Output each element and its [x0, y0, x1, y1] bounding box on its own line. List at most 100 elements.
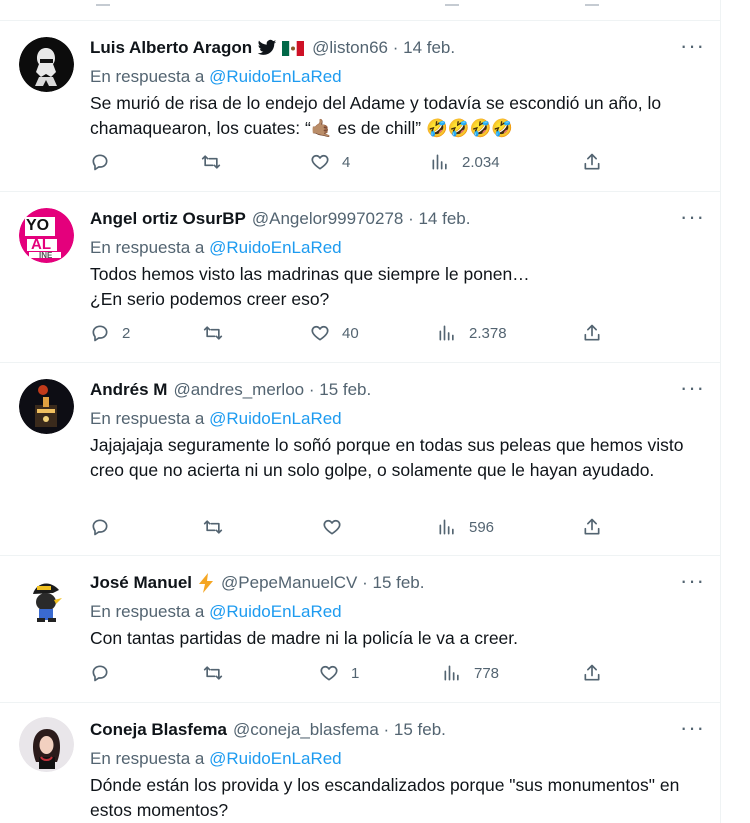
tweet-date[interactable]: 14 feb.	[418, 208, 470, 230]
tweet-text: Todos hemos visto las madrinas que siemp…	[90, 264, 530, 309]
reply-icon	[90, 663, 110, 683]
reply-to-link[interactable]: @RuidoEnLaRed	[209, 749, 342, 768]
timeline-border	[720, 0, 721, 823]
more-options-button[interactable]: ···	[680, 568, 705, 594]
avatar[interactable]	[19, 37, 74, 92]
views-icon	[442, 663, 462, 683]
share-button[interactable]	[582, 663, 602, 683]
reply-context: En respuesta a @RuidoEnLaRed	[90, 66, 342, 88]
like-button[interactable]: 1	[319, 663, 359, 683]
retweet-icon	[200, 152, 222, 172]
avatar[interactable]	[19, 379, 74, 434]
lightning-icon	[197, 573, 215, 593]
reply-to-link[interactable]: @RuidoEnLaRed	[209, 238, 342, 257]
mexico-flag-icon	[282, 40, 305, 56]
retweet-button[interactable]	[202, 517, 236, 537]
more-options-button[interactable]: ···	[680, 204, 705, 230]
avatar-text: YO	[26, 217, 50, 234]
views-icon	[437, 323, 457, 343]
reply-button[interactable]	[90, 517, 122, 537]
tweet-text: Se murió de risa de lo endejo del Adame …	[90, 93, 662, 138]
author-name[interactable]: Luis Alberto Aragon	[90, 37, 252, 59]
reply-button[interactable]: 2	[90, 323, 130, 343]
reply-context: En respuesta a @RuidoEnLaRed	[90, 237, 342, 259]
reply-icon	[90, 323, 110, 343]
retweet-button[interactable]	[202, 663, 236, 683]
reply-prefix: En respuesta a	[90, 67, 210, 86]
avatar[interactable]: YO AL INE	[19, 208, 74, 263]
avatar[interactable]	[19, 572, 74, 627]
more-options-button[interactable]: ···	[680, 33, 705, 59]
like-count: 1	[351, 664, 360, 682]
separator-dot: ·	[357, 573, 373, 592]
action-bar: 596	[90, 517, 610, 543]
tweet-date[interactable]: 14 feb.	[403, 37, 455, 59]
reply-icon	[90, 152, 110, 172]
views-icon	[445, 0, 459, 6]
retweet-icon	[202, 663, 224, 683]
like-button[interactable]	[322, 517, 354, 537]
action-bar: 2 40 2.378	[90, 323, 610, 349]
author-name[interactable]: José Manuel	[90, 572, 192, 594]
reply-context: En respuesta a @RuidoEnLaRed	[90, 748, 342, 770]
author-name[interactable]: Andrés M	[90, 379, 167, 401]
reply-context: En respuesta a @RuidoEnLaRed	[90, 408, 342, 430]
author-handle[interactable]: @andres_merloo	[173, 379, 304, 401]
share-button[interactable]	[582, 323, 602, 343]
share-icon	[582, 663, 602, 683]
views-button[interactable]: 2.378	[437, 323, 507, 343]
author-handle[interactable]: @liston66	[312, 37, 388, 59]
like-count: 40	[342, 324, 359, 342]
retweet-button[interactable]	[200, 152, 234, 172]
avatar-text: INE	[39, 251, 53, 260]
reply-to-link[interactable]: @RuidoEnLaRed	[209, 67, 342, 86]
author-name[interactable]: Coneja Blasfema	[90, 719, 227, 741]
reply-to-link[interactable]: @RuidoEnLaRed	[209, 409, 342, 428]
view-count: 596	[469, 518, 495, 536]
tweet[interactable]: YO AL INE Angel ortiz OsurBP @Angelor999…	[0, 192, 720, 363]
tweet-date[interactable]: 15 feb.	[373, 572, 425, 594]
heart-icon	[310, 323, 330, 343]
separator-dot: ·	[304, 380, 320, 399]
tweet[interactable]: José Manuel @PepeManuelCV · 15 feb. ··· …	[0, 556, 720, 703]
reply-to-link[interactable]: @RuidoEnLaRed	[209, 602, 342, 621]
retweet-button[interactable]	[202, 323, 236, 343]
reply-icon	[90, 517, 110, 537]
tweet[interactable]: Andrés M @andres_merloo · 15 feb. ··· En…	[0, 363, 720, 556]
previous-tweet-actions-fragment	[0, 0, 720, 21]
share-button[interactable]	[582, 517, 602, 537]
reply-button[interactable]	[90, 152, 122, 172]
reply-prefix: En respuesta a	[90, 602, 210, 621]
action-bar: 1 778	[90, 663, 610, 689]
views-button[interactable]: 2.034	[430, 152, 500, 172]
heart-icon	[310, 152, 330, 172]
share-icon	[582, 517, 602, 537]
reply-button[interactable]	[90, 663, 122, 683]
more-options-button[interactable]: ···	[680, 715, 705, 741]
tweet-text: Jajajajaja seguramente lo soñó porque en…	[90, 435, 684, 480]
share-icon	[582, 152, 602, 172]
tweet[interactable]: Luis Alberto Aragon @liston66 · 14 feb. …	[0, 21, 720, 192]
reply-context: En respuesta a @RuidoEnLaRed	[90, 601, 342, 623]
author-handle[interactable]: @coneja_blasfema	[233, 719, 379, 741]
views-button[interactable]: 596	[437, 517, 494, 537]
tweet-date[interactable]: 15 feb.	[394, 719, 446, 741]
author-name[interactable]: Angel ortiz OsurBP	[90, 208, 246, 230]
like-button[interactable]: 4	[310, 152, 350, 172]
author-handle[interactable]: @Angelor99970278	[252, 208, 404, 230]
action-bar: 4 2.034	[90, 152, 610, 178]
tweet-date[interactable]: 15 feb.	[319, 379, 371, 401]
heart-icon	[322, 517, 342, 537]
views-button[interactable]: 778	[442, 663, 499, 683]
views-icon	[437, 517, 457, 537]
share-button[interactable]	[582, 152, 602, 172]
more-options-button[interactable]: ···	[680, 375, 705, 401]
like-button[interactable]: 40	[310, 323, 359, 343]
share-icon	[582, 323, 602, 343]
tweet-text: Dónde están los provida y los escandaliz…	[90, 775, 680, 820]
author-handle[interactable]: @PepeManuelCV	[221, 572, 357, 594]
avatar[interactable]	[19, 717, 74, 772]
tweet[interactable]: Coneja Blasfema @coneja_blasfema · 15 fe…	[0, 703, 720, 823]
views-icon	[430, 152, 450, 172]
separator-dot: ·	[388, 38, 404, 57]
